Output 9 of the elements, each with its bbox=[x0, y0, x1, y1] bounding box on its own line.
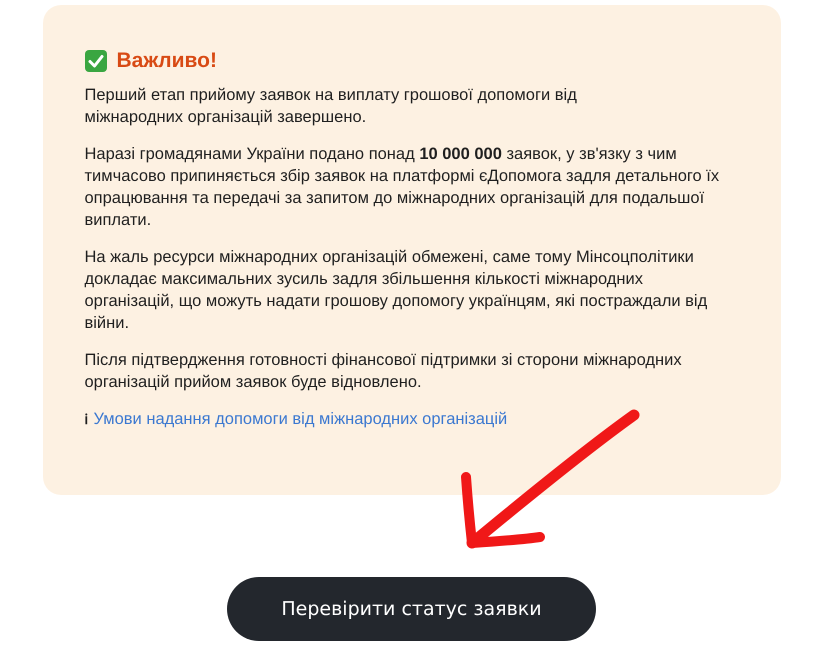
check-status-button[interactable]: Перевірити статус заявки bbox=[227, 577, 596, 641]
notice-paragraph: Після підтвердження готовності фінансової підтримки зі сторони міжнародних організацій прийом заявок буде відновлено. bbox=[84, 350, 683, 393]
notice-paragraph: На жаль ресурси міжнародних організацій обмежені, саме тому Мінсоцполітики докладає максимальних зусиль задля збільшення кількості міжнародних організацій, що можуть надати грошову допомогу українцям, які постраждали від війни. bbox=[84, 247, 708, 334]
check-mark-icon bbox=[84, 50, 106, 72]
notice-paragraph: Наразі громадянами України подано понад 10 000 000 заявок, у зв'язку з чим тимчасово припиняється збір заявок на платформі єДопомога задля детального їх опрацювання та передачі за запитом до міжнародних організацій для подальшої виплати. bbox=[84, 144, 720, 231]
notice-paragraph: Перший етап прийому заявок на виплату грошової допомоги від міжнародних організацій завершено. bbox=[84, 85, 578, 128]
notice-title: Важливо! bbox=[116, 49, 217, 73]
terms-link[interactable]: Умови надання допомоги від міжнародних організацій bbox=[94, 408, 508, 430]
info-mark: ℹ bbox=[84, 410, 88, 429]
